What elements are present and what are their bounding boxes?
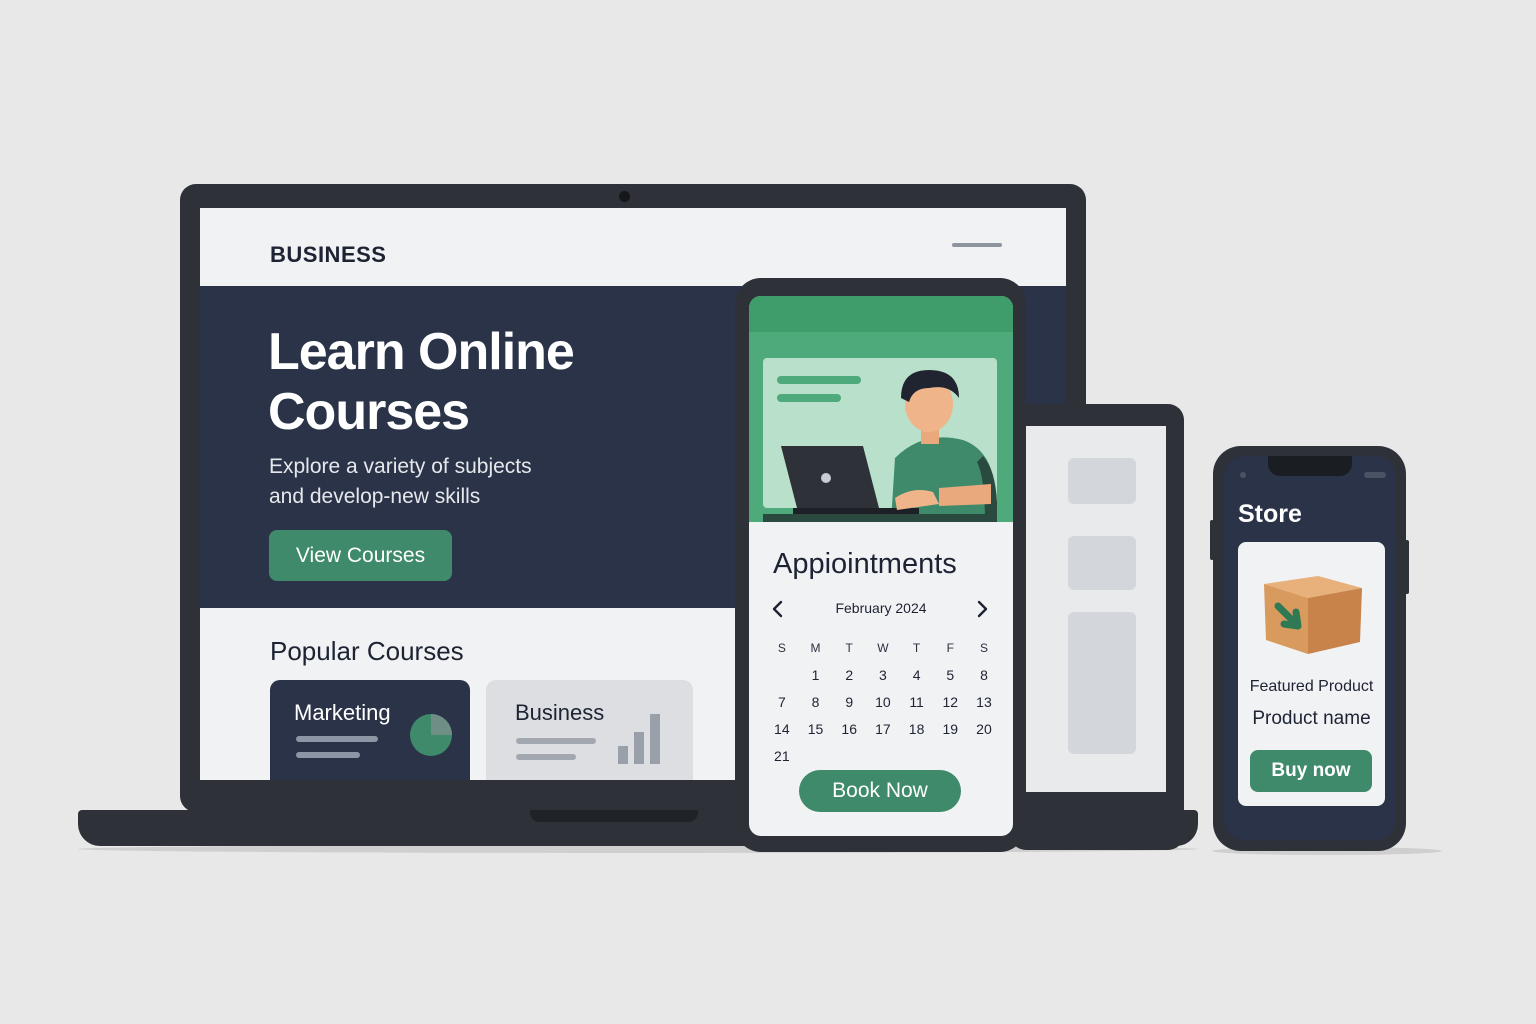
status-bar [749, 296, 1013, 332]
calendar-day[interactable]: 5 [933, 667, 967, 683]
pie-chart-icon [410, 714, 452, 756]
weekday-label: M [810, 640, 821, 655]
calendar-day[interactable]: 11 [900, 694, 934, 710]
hero-subtitle-line2: and develop-new skills [269, 485, 481, 508]
laptop-trackpad-notch [530, 810, 698, 822]
hero-title: Learn Online Courses [268, 323, 575, 441]
calendar-day[interactable]: 3 [866, 667, 900, 683]
hero-subtitle-line1: Explore a variety of subjects [269, 455, 532, 478]
content-placeholder [1068, 536, 1136, 590]
text-placeholder-line [296, 752, 360, 758]
hamburger-icon[interactable] [952, 243, 1002, 247]
calendar-day[interactable]: 20 [967, 721, 1001, 737]
calendar-day[interactable]: 9 [832, 694, 866, 710]
calendar-day[interactable]: 1 [799, 667, 833, 683]
calendar-grid: S M T W T F S 1 2 3 4 5 8 7 8 9 10 11 12… [765, 634, 1001, 769]
package-box-icon [1264, 576, 1362, 654]
calendar-week-row: 7 8 9 10 11 12 13 [765, 688, 1001, 715]
phone-notch [1268, 456, 1352, 476]
weekday-label: S [979, 640, 988, 655]
calendar-week-row: 1 2 3 4 5 8 [765, 661, 1001, 688]
course-name: Marketing [294, 700, 391, 725]
calendar-day[interactable]: 18 [900, 721, 934, 737]
product-card[interactable]: Featured Product Product name Buy now [1238, 542, 1385, 806]
course-card-marketing[interactable]: Marketing [270, 680, 470, 780]
calendar-day[interactable]: 15 [799, 721, 833, 737]
featured-product-label: Featured Product [1249, 678, 1374, 695]
weekday-label: F [946, 640, 954, 655]
store-phone-screen: Store Featured Product Product name Buy … [1224, 456, 1396, 840]
calendar-day[interactable]: 4 [900, 667, 934, 683]
calendar-day[interactable]: 12 [933, 694, 967, 710]
product-name: Product name [1252, 708, 1371, 729]
calendar-day[interactable]: 2 [832, 667, 866, 683]
content-placeholder [1068, 612, 1136, 754]
calendar-day[interactable]: 19 [933, 721, 967, 737]
store-title: Store [1238, 500, 1302, 528]
weekday-label: S [777, 640, 786, 655]
text-placeholder-line [296, 736, 378, 742]
chevron-right-icon[interactable] [975, 600, 989, 618]
view-courses-button[interactable]: View Courses [269, 530, 452, 581]
buy-now-button[interactable]: Buy now [1250, 750, 1372, 792]
calendar-week-row: 14 15 16 17 18 19 20 [765, 715, 1001, 742]
side-button [1405, 540, 1409, 594]
site-header: BUSINESS [200, 208, 1066, 286]
weekday-label: W [877, 640, 889, 655]
camera-icon [619, 191, 630, 202]
calendar-week-row: 21 [765, 742, 1001, 769]
book-now-button[interactable]: Book Now [799, 770, 961, 812]
illustration-header [749, 296, 1013, 522]
status-dot [1240, 472, 1246, 478]
bar-chart-icon [618, 714, 660, 764]
popular-courses-heading: Popular Courses [270, 636, 464, 666]
weekday-header-row: S M T W T F S [765, 634, 1001, 661]
hero-subtitle: Explore a variety of subjects and develo… [269, 452, 629, 512]
calendar-day[interactable]: 17 [866, 721, 900, 737]
calendar-day[interactable]: 14 [765, 721, 799, 737]
calendar-day[interactable]: 8 [967, 667, 1001, 683]
calendar-day[interactable]: 7 [765, 694, 799, 710]
text-placeholder-line [516, 738, 596, 744]
brand-logo[interactable]: BUSINESS [270, 242, 386, 268]
course-name: Business [515, 700, 605, 725]
status-bar-indicator [1364, 472, 1386, 478]
person-with-laptop-illustration [763, 358, 997, 522]
side-button [1210, 520, 1214, 560]
calendar-day[interactable]: 10 [866, 694, 900, 710]
person-icon [763, 370, 997, 522]
appointments-phone-screen: Appiointments February 2024 S M T W T F … [749, 296, 1013, 836]
text-placeholder-line [516, 754, 576, 760]
tablet-screen [1026, 426, 1166, 792]
weekday-label: T [912, 640, 921, 655]
course-card-business[interactable]: Business [486, 680, 693, 780]
content-placeholder [1068, 458, 1136, 504]
weekday-label: T [845, 640, 853, 655]
calendar-day[interactable]: 13 [967, 694, 1001, 710]
appointments-title: Appiointments [773, 548, 957, 580]
calendar-day[interactable]: 8 [799, 694, 833, 710]
calendar-day[interactable]: 21 [765, 748, 799, 764]
calendar-month-label: February 2024 [835, 600, 927, 616]
calendar-day[interactable]: 16 [832, 721, 866, 737]
